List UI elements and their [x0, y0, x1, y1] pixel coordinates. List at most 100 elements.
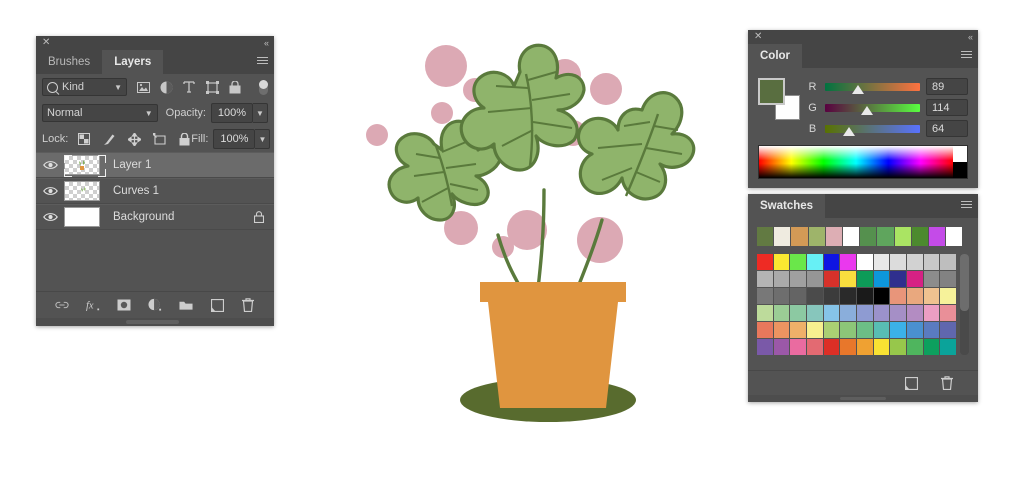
color-spectrum-ramp[interactable]: [758, 145, 968, 179]
swatch-4-1[interactable]: [773, 322, 790, 338]
swatch-5-4[interactable]: [823, 339, 840, 355]
swatch-3-4[interactable]: [823, 305, 840, 321]
new-swatch-icon[interactable]: [904, 376, 918, 390]
hue-gradient[interactable]: [759, 146, 953, 178]
lock-position-icon[interactable]: [127, 132, 141, 146]
swatch-2-5[interactable]: [840, 288, 856, 304]
swatch-0-1[interactable]: [773, 254, 790, 270]
delete-layer-icon[interactable]: [241, 298, 255, 312]
swatch-0-11[interactable]: [940, 254, 956, 270]
layer-thumbnail[interactable]: [64, 207, 100, 227]
panel-menu-icon[interactable]: [257, 57, 268, 66]
tab-color[interactable]: Color: [748, 44, 803, 68]
blue-value-input[interactable]: 64: [926, 120, 968, 137]
red-slider-track[interactable]: [825, 82, 920, 94]
fill-stepper[interactable]: ▼: [255, 129, 271, 149]
new-group-icon[interactable]: [179, 298, 193, 312]
add-layer-mask-icon[interactable]: [117, 298, 131, 312]
lock-all-icon[interactable]: [177, 132, 191, 146]
opacity-input[interactable]: 100%: [211, 103, 253, 123]
image-filter-icon[interactable]: [136, 80, 150, 94]
filter-kind-select[interactable]: Kind ▼: [42, 78, 127, 96]
layer-thumbnail[interactable]: [64, 181, 100, 201]
swatch-3-0[interactable]: [757, 305, 773, 321]
swatch-1-5[interactable]: [840, 271, 856, 287]
swatch-2-8[interactable]: [890, 288, 906, 304]
lock-image-pixels-icon[interactable]: [102, 132, 116, 146]
swatch-2-0[interactable]: [757, 288, 773, 304]
custom-swatch-3[interactable]: [808, 227, 825, 246]
table-row[interactable]: Curves 1: [36, 178, 274, 204]
swatch-5-9[interactable]: [907, 339, 923, 355]
collapse-panel-icon[interactable]: «: [968, 31, 973, 43]
link-layers-icon[interactable]: [55, 298, 69, 312]
layer-style-fx-icon[interactable]: fx: [86, 298, 100, 312]
swatch-3-5[interactable]: [840, 305, 856, 321]
swatch-1-6[interactable]: [857, 271, 873, 287]
swatch-3-10[interactable]: [923, 305, 940, 321]
filter-toggle[interactable]: [259, 79, 268, 95]
swatch-4-5[interactable]: [840, 322, 856, 338]
swatch-3-11[interactable]: [940, 305, 956, 321]
swatch-4-4[interactable]: [823, 322, 840, 338]
swatch-4-6[interactable]: [857, 322, 873, 338]
collapse-panel-icon[interactable]: «: [264, 37, 269, 49]
swatches-vertical-scrollbar[interactable]: [960, 254, 969, 355]
custom-swatch-7[interactable]: [877, 227, 894, 246]
type-filter-icon[interactable]: [182, 80, 196, 94]
swatch-5-8[interactable]: [890, 339, 906, 355]
custom-swatch-10[interactable]: [928, 227, 946, 246]
swatch-5-7[interactable]: [873, 339, 890, 355]
swatch-1-8[interactable]: [890, 271, 906, 287]
swatch-1-3[interactable]: [807, 271, 823, 287]
custom-swatch-4[interactable]: [825, 227, 842, 246]
custom-swatch-2[interactable]: [791, 227, 808, 246]
swatch-3-7[interactable]: [873, 305, 890, 321]
swatch-0-2[interactable]: [790, 254, 806, 270]
swatch-2-4[interactable]: [823, 288, 840, 304]
custom-swatch-1[interactable]: [774, 227, 791, 246]
layer-thumbnail[interactable]: [64, 155, 100, 175]
swatch-2-10[interactable]: [923, 288, 940, 304]
smart-object-filter-icon[interactable]: [228, 80, 242, 94]
swatch-3-9[interactable]: [907, 305, 923, 321]
table-row[interactable]: Layer 1: [36, 152, 274, 178]
swatch-4-10[interactable]: [923, 322, 940, 338]
layer-visibility-icon[interactable]: [40, 186, 60, 196]
close-icon[interactable]: ✕: [754, 31, 762, 43]
swatch-3-3[interactable]: [807, 305, 823, 321]
blue-slider-knob[interactable]: [842, 126, 855, 136]
swatch-0-0[interactable]: [757, 254, 773, 270]
swatch-2-2[interactable]: [790, 288, 806, 304]
swatch-5-1[interactable]: [773, 339, 790, 355]
swatch-0-8[interactable]: [890, 254, 906, 270]
green-slider-knob[interactable]: [861, 105, 874, 115]
delete-swatch-icon[interactable]: [940, 376, 954, 390]
lock-artboard-icon[interactable]: [152, 132, 166, 146]
tab-layers[interactable]: Layers: [102, 50, 164, 74]
swatch-0-9[interactable]: [907, 254, 923, 270]
swatch-1-0[interactable]: [757, 271, 773, 287]
swatch-4-8[interactable]: [890, 322, 906, 338]
swatch-5-0[interactable]: [757, 339, 773, 355]
swatch-5-10[interactable]: [923, 339, 940, 355]
swatch-4-3[interactable]: [807, 322, 823, 338]
adjustment-filter-icon[interactable]: [159, 80, 173, 94]
panel-menu-icon[interactable]: [961, 51, 972, 60]
custom-swatch-8[interactable]: [894, 227, 911, 246]
swatch-0-5[interactable]: [840, 254, 856, 270]
green-value-input[interactable]: 114: [926, 99, 968, 116]
swatch-1-7[interactable]: [873, 271, 890, 287]
swatch-2-3[interactable]: [807, 288, 823, 304]
custom-swatch-0[interactable]: [757, 227, 774, 246]
new-layer-icon[interactable]: [210, 298, 224, 312]
foreground-color-swatch[interactable]: [758, 78, 785, 105]
custom-swatch-5[interactable]: [842, 227, 860, 246]
swatch-5-5[interactable]: [840, 339, 856, 355]
swatch-5-2[interactable]: [790, 339, 806, 355]
tab-brushes[interactable]: Brushes: [36, 50, 103, 74]
swatch-4-0[interactable]: [757, 322, 773, 338]
layers-horizontal-scrollbar[interactable]: [36, 318, 274, 326]
custom-swatch-6[interactable]: [860, 227, 877, 246]
layer-visibility-icon[interactable]: [40, 212, 60, 222]
